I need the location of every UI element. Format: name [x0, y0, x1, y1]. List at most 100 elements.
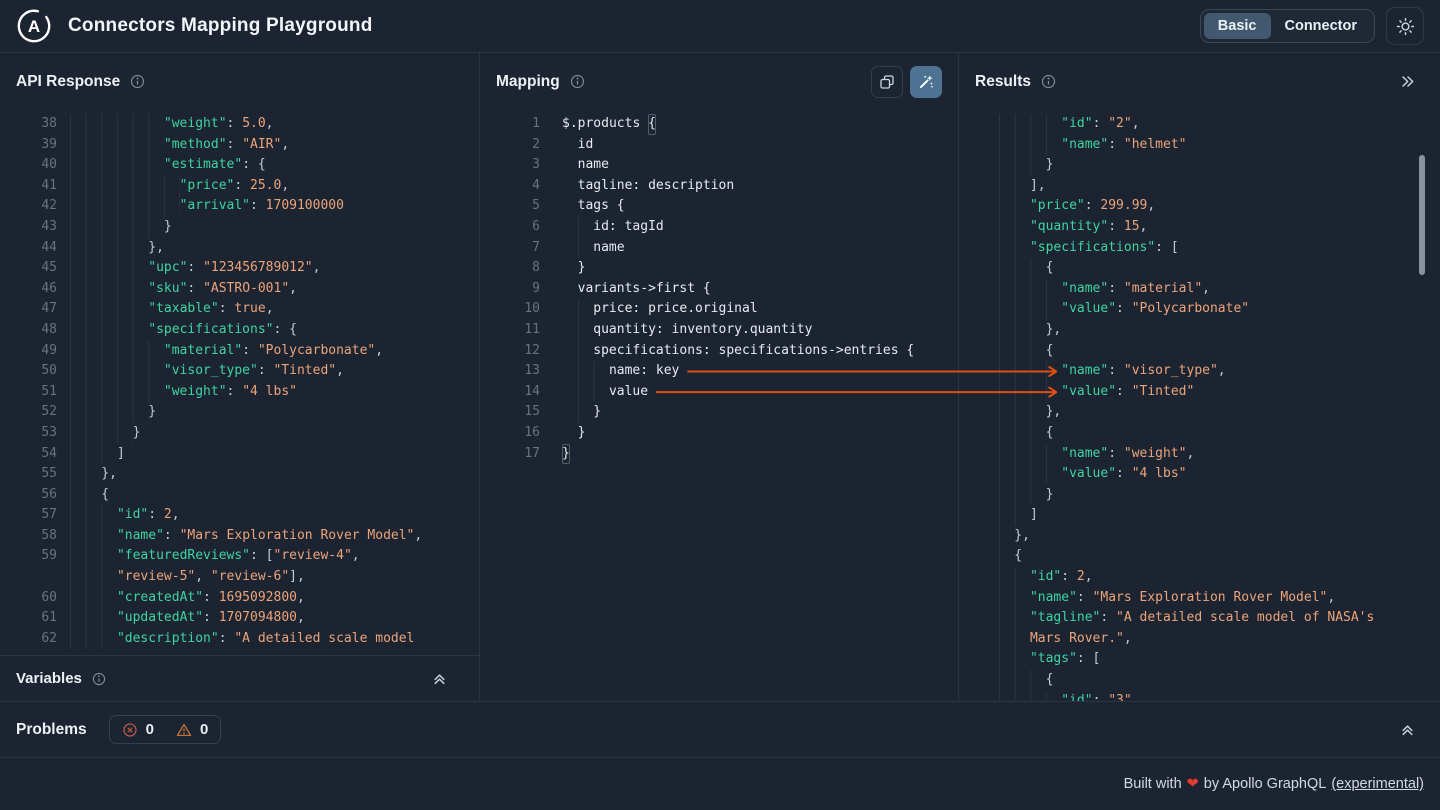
- info-icon[interactable]: [130, 74, 145, 89]
- code-token: {: [1014, 546, 1022, 567]
- code-row: 50"visor_type": "Tinted",: [0, 361, 479, 382]
- code-token: "visor_type": [1124, 361, 1218, 382]
- code-token: "weight": [164, 382, 227, 403]
- code-token: ]: [117, 444, 125, 465]
- api-response-panel: API Response 38"weight": 5.0,39"method":…: [0, 53, 480, 701]
- line-number: 11: [480, 320, 540, 341]
- code-token: "featuredReviews": [117, 546, 250, 567]
- code-row: 6id: tagId: [480, 217, 958, 238]
- code-token: :: [227, 114, 243, 135]
- code-token: :: [250, 196, 266, 217]
- line-number: 54: [0, 444, 57, 465]
- indent-guides: [70, 629, 117, 650]
- info-icon[interactable]: [92, 672, 106, 686]
- code-token: ,: [1327, 588, 1335, 609]
- mode-connector-button[interactable]: Connector: [1271, 13, 1372, 39]
- line-number: 52: [0, 402, 57, 423]
- results-scrollbar-thumb[interactable]: [1419, 155, 1425, 275]
- code-token: :: [234, 176, 250, 197]
- code-row: 11quantity: inventory.quantity: [480, 320, 958, 341]
- line-number: 3: [480, 155, 540, 176]
- show-mapping-arrows-button[interactable]: [910, 66, 942, 98]
- indent-guides: [70, 567, 117, 588]
- code-token: :: [187, 279, 203, 300]
- code-row: 56{: [0, 485, 479, 506]
- code-token: "taxable": [148, 299, 218, 320]
- mode-basic-button[interactable]: Basic: [1204, 13, 1271, 39]
- code-row: "name": "helmet": [983, 135, 1440, 156]
- code-token: :: [1077, 588, 1093, 609]
- line-number: 42: [0, 196, 57, 217]
- code-token: "name": [1030, 588, 1077, 609]
- code-token: },: [1014, 526, 1030, 547]
- code-token: ,: [375, 341, 383, 362]
- code-token: ,: [172, 505, 180, 526]
- code-token: "Tinted": [1132, 382, 1195, 403]
- info-icon[interactable]: [1041, 74, 1056, 89]
- indent-guides: [999, 114, 1062, 135]
- code-token: "Polycarbonate": [1132, 299, 1249, 320]
- code-row: 40"estimate": {: [0, 155, 479, 176]
- indent-guides: [70, 217, 164, 238]
- code-row: 55},: [0, 464, 479, 485]
- variables-section-header[interactable]: Variables: [0, 655, 479, 701]
- code-token: ,: [1085, 567, 1093, 588]
- theme-toggle-button[interactable]: [1386, 7, 1424, 45]
- code-token: :: [258, 361, 274, 382]
- code-token: },: [1046, 402, 1062, 423]
- code-token: ,: [266, 299, 274, 320]
- indent-guides: [999, 341, 1046, 362]
- code-token: "helmet": [1124, 135, 1187, 156]
- mapping-editor[interactable]: 1$.products {2id3name4tagline: descripti…: [480, 110, 958, 701]
- indent-guides: [578, 382, 609, 403]
- code-row: },: [983, 402, 1440, 423]
- code-token: ]: [1030, 505, 1038, 526]
- code-token: tags {: [578, 196, 625, 217]
- copy-mapping-button[interactable]: [871, 66, 903, 98]
- line-number: 47: [0, 299, 57, 320]
- code-token: :: [1108, 135, 1124, 156]
- api-response-editor[interactable]: 38"weight": 5.0,39"method": "AIR",40"est…: [0, 110, 479, 655]
- indent-guides: [999, 196, 1030, 217]
- circle-x-icon: [122, 722, 138, 738]
- code-token: "tags": [1030, 649, 1077, 670]
- code-token: ,: [1187, 444, 1195, 465]
- indent-guides: [999, 382, 1062, 403]
- code-token: variants->first {: [578, 279, 711, 300]
- code-token: :: [242, 341, 258, 362]
- code-token: : {: [274, 320, 297, 341]
- code-token: {: [1046, 258, 1054, 279]
- code-token: "2": [1108, 114, 1131, 135]
- indent-guides: [70, 299, 148, 320]
- double-chevron-right-icon[interactable]: [1399, 73, 1416, 90]
- indent-guides: [578, 341, 594, 362]
- code-token: :: [1108, 361, 1124, 382]
- indent-guides: [70, 279, 148, 300]
- results-viewer[interactable]: "id": "2","name": "helmet"}],"price": 29…: [959, 110, 1440, 701]
- line-number: 48: [0, 320, 57, 341]
- code-token: ,: [281, 135, 289, 156]
- info-icon[interactable]: [570, 74, 585, 89]
- code-row: }: [983, 485, 1440, 506]
- code-token: "value": [1061, 382, 1116, 403]
- code-token: "estimate": [164, 155, 242, 176]
- double-chevron-up-icon[interactable]: [432, 671, 447, 686]
- code-token: ,: [1124, 629, 1132, 650]
- line-number: 17: [480, 444, 540, 465]
- code-token: },: [1046, 320, 1062, 341]
- code-row: "tagline": "A detailed scale model of NA…: [983, 608, 1440, 629]
- code-token: "review-5": [117, 567, 195, 588]
- code-token: "quantity": [1030, 217, 1108, 238]
- line-number: 9: [480, 279, 540, 300]
- line-number: 16: [480, 423, 540, 444]
- code-row: "tags": [: [983, 649, 1440, 670]
- indent-guides: [999, 258, 1046, 279]
- code-row: 44},: [0, 238, 479, 259]
- indent-guides: [999, 135, 1062, 156]
- code-token: ,: [414, 526, 422, 547]
- line-number: 50: [0, 361, 57, 382]
- code-row: "name": "material",: [983, 279, 1440, 300]
- experimental-link[interactable]: (experimental): [1331, 776, 1424, 792]
- double-chevron-up-icon[interactable]: [1400, 722, 1415, 737]
- code-token: }: [562, 444, 570, 465]
